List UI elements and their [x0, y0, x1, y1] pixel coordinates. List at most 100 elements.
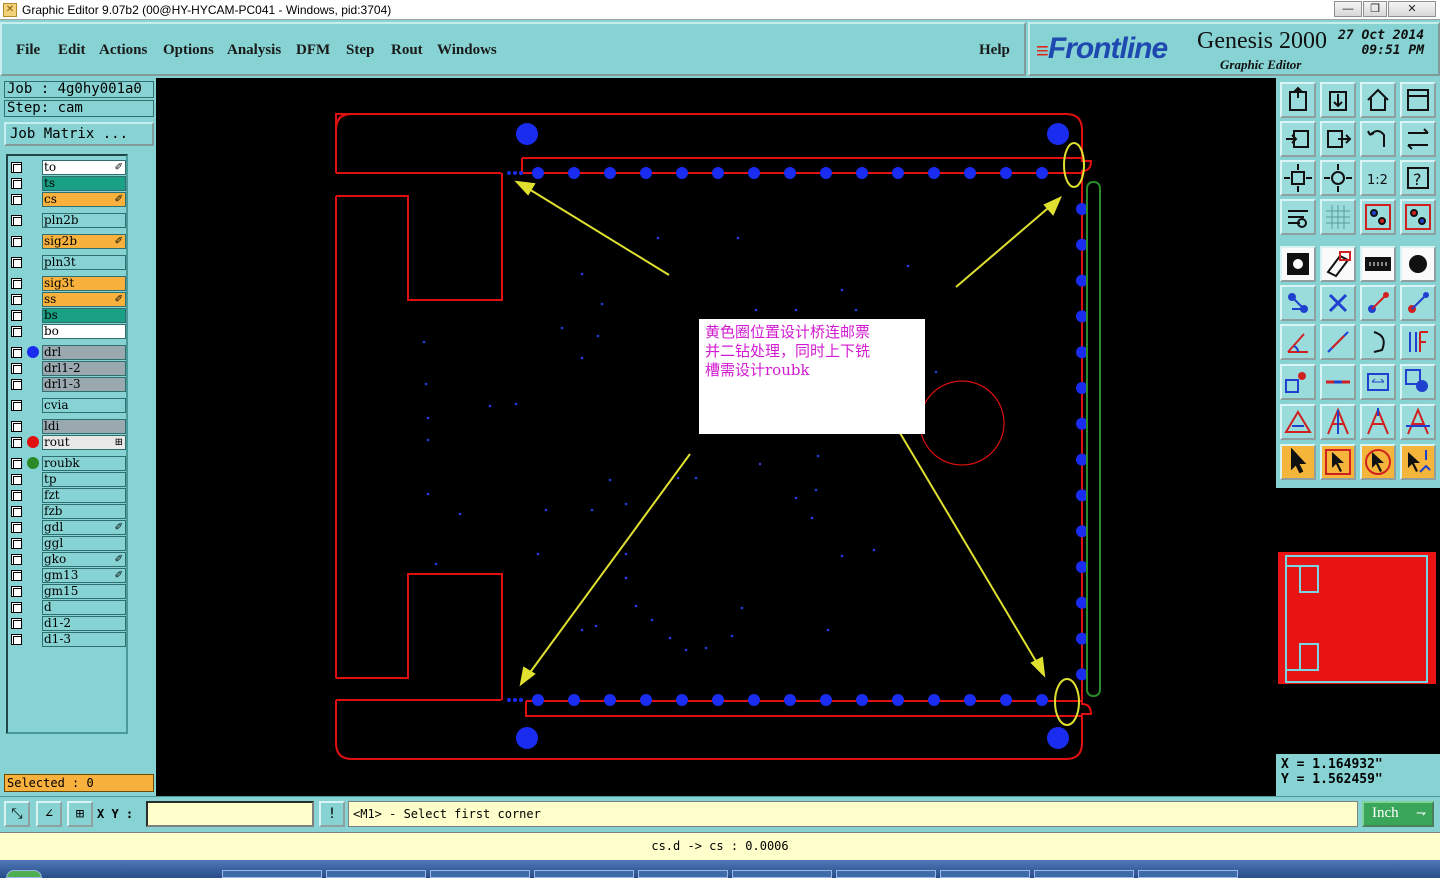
warning-icon[interactable]: ! [319, 801, 345, 827]
circle-fill-icon[interactable] [1400, 246, 1436, 282]
layer-name[interactable]: ggl [42, 536, 126, 551]
layer-checkbox[interactable] [11, 236, 22, 247]
layer-row[interactable]: drl [8, 345, 126, 360]
start-button[interactable] [6, 870, 42, 878]
menu-actions[interactable]: Actions [99, 42, 147, 59]
layer-features-red-icon[interactable] [1400, 199, 1436, 235]
units-selector[interactable]: Inch ⇁ [1362, 801, 1434, 827]
measure-icon[interactable] [1360, 364, 1396, 400]
pointer-icon[interactable] [1280, 444, 1316, 480]
layer-checkbox[interactable] [11, 400, 22, 411]
scale-icon[interactable]: 1:2 [1360, 160, 1396, 196]
restore-button[interactable]: ❐ [1363, 1, 1387, 17]
layer-checkbox[interactable] [11, 554, 22, 565]
save-icon[interactable] [1320, 82, 1356, 118]
layer-row[interactable]: d1-2 [8, 616, 126, 631]
layer-row[interactable]: gdl ✐ [8, 520, 126, 535]
layer-row[interactable]: pln2b [8, 213, 126, 228]
taskbar-item[interactable] [732, 870, 832, 878]
layer-row[interactable]: ggl [8, 536, 126, 551]
layer-name[interactable]: fzb [42, 504, 126, 519]
menu-edit[interactable]: Edit [58, 42, 86, 59]
layer-name[interactable]: ts [42, 176, 126, 191]
layer-row[interactable]: ss ✐ [8, 292, 126, 307]
taskbar-item[interactable] [836, 870, 936, 878]
layer-row[interactable]: drl1-3 [8, 377, 126, 392]
help-icon[interactable]: ? [1400, 160, 1436, 196]
layer-row[interactable]: drl1-2 [8, 361, 126, 376]
wrench-icon[interactable] [1280, 199, 1316, 235]
triangle-line-icon[interactable] [1400, 404, 1436, 440]
layer-checkbox[interactable] [11, 458, 22, 469]
layer-row[interactable]: tp [8, 472, 126, 487]
layer-checkbox[interactable] [11, 538, 22, 549]
layer-checkbox[interactable] [11, 437, 22, 448]
taskbar-item[interactable] [222, 870, 322, 878]
menu-rout[interactable]: Rout [391, 42, 423, 59]
layer-row[interactable]: bs [8, 308, 126, 323]
snap-point-icon[interactable] [1280, 364, 1316, 400]
layer-name[interactable]: gm15 [42, 584, 126, 599]
swap-icon[interactable] [1400, 121, 1436, 157]
menu-file[interactable]: File [16, 42, 40, 59]
layer-row[interactable]: gko ✐ [8, 552, 126, 567]
layer-row[interactable]: cs ✐ [8, 192, 126, 207]
layer-row[interactable]: gm15 [8, 584, 126, 599]
layer-row[interactable]: gm13 ✐ [8, 568, 126, 583]
layer-checkbox[interactable] [11, 363, 22, 374]
layer-name[interactable]: ss ✐ [42, 292, 126, 307]
open-job-icon[interactable] [1280, 82, 1316, 118]
layer-row[interactable]: roubk [8, 456, 126, 471]
layer-row[interactable]: ldi [8, 419, 126, 434]
horizontal-icon[interactable] [1320, 364, 1356, 400]
layer-name[interactable]: to ✐ [42, 160, 126, 175]
layer-name[interactable]: pln2b [42, 213, 126, 228]
menu-step[interactable]: Step [346, 42, 374, 59]
layer-checkbox[interactable] [11, 570, 22, 581]
taskbar-item[interactable] [326, 870, 426, 878]
layer-name[interactable]: tp [42, 472, 126, 487]
layer-name[interactable]: d1-2 [42, 616, 126, 631]
pointer-circle-icon[interactable] [1360, 444, 1396, 480]
import-icon[interactable] [1280, 121, 1316, 157]
layer-checkbox[interactable] [11, 294, 22, 305]
layer-row[interactable]: fzt [8, 488, 126, 503]
taskbar-item[interactable] [940, 870, 1030, 878]
layer-checkbox[interactable] [11, 490, 22, 501]
net-icon[interactable] [1280, 285, 1316, 321]
zoom-fit-icon[interactable] [1280, 160, 1316, 196]
layer-name[interactable]: rout ⊞ [42, 435, 126, 450]
layer-row[interactable]: d1-3 [8, 632, 126, 647]
shape-icon[interactable] [1320, 246, 1356, 282]
undo-icon[interactable] [1360, 121, 1396, 157]
layer-checkbox[interactable] [11, 278, 22, 289]
layer-checkbox[interactable] [11, 194, 22, 205]
menu-analysis[interactable]: Analysis [227, 42, 281, 59]
layer-name[interactable]: roubk [42, 456, 126, 471]
layer-row[interactable]: fzb [8, 504, 126, 519]
layer-checkbox[interactable] [11, 522, 22, 533]
zoom-center-icon[interactable] [1320, 160, 1356, 196]
layer-checkbox[interactable] [11, 421, 22, 432]
layer-name[interactable]: sig2b ✐ [42, 234, 126, 249]
xy-input[interactable] [146, 801, 314, 827]
layer-features-icon[interactable] [1360, 199, 1396, 235]
diagonal-icon[interactable] [1320, 324, 1356, 360]
layer-checkbox[interactable] [11, 162, 22, 173]
layer-name[interactable]: gm13 ✐ [42, 568, 126, 583]
layer-name[interactable]: cvia [42, 398, 126, 413]
window-icon[interactable] [1400, 82, 1436, 118]
menu-windows[interactable]: Windows [437, 42, 497, 59]
copy-icon[interactable] [1400, 364, 1436, 400]
layer-name[interactable]: gko ✐ [42, 552, 126, 567]
taskbar-item[interactable] [430, 870, 530, 878]
layer-row[interactable]: cvia [8, 398, 126, 413]
arc-icon[interactable] [1360, 324, 1396, 360]
layer-name[interactable]: drl [42, 345, 126, 360]
layer-name[interactable]: gdl ✐ [42, 520, 126, 535]
export-icon[interactable] [1320, 121, 1356, 157]
layer-name[interactable]: bs [42, 308, 126, 323]
layer-name[interactable]: sig3t [42, 276, 126, 291]
menu-dfm[interactable]: DFM [296, 42, 330, 59]
layer-checkbox[interactable] [11, 257, 22, 268]
